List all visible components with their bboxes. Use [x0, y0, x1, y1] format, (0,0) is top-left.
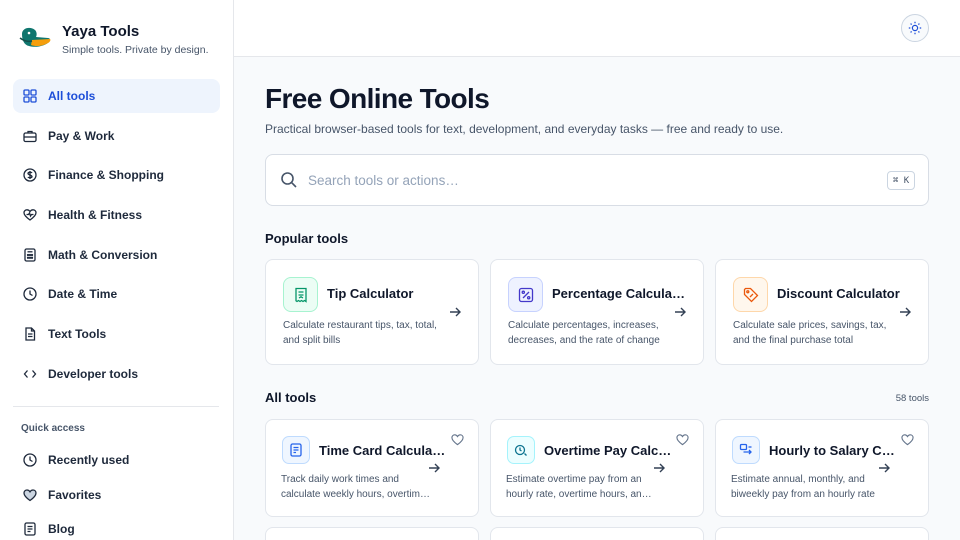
percent-icon [508, 277, 543, 312]
sidebar-item-recently-used[interactable]: Recently used [13, 443, 220, 477]
sidebar-item-label: Recently used [48, 453, 130, 467]
tool-card-time-card-calculator[interactable]: Time Card Calculator Track daily work ti… [265, 419, 479, 517]
heart-icon [23, 488, 37, 502]
quick-access-title: Quick access [21, 423, 85, 434]
tool-card-title: Discount Calculator [777, 286, 900, 301]
sidebar-item-blog[interactable]: Blog [13, 512, 220, 540]
tool-card-title: Overtime Pay Calculator [544, 443, 674, 458]
sidebar-item-label: Favorites [48, 487, 102, 502]
sidebar-item-math-conversion[interactable]: Math & Conversion [13, 238, 220, 272]
grid-icon [23, 89, 37, 103]
brand-name: Yaya Tools [62, 23, 140, 40]
page-title: Free Online Tools [265, 83, 490, 114]
brand[interactable]: Yaya Tools Simple tools. Private by desi… [18, 22, 209, 57]
sidebar-item-label: Blog [48, 522, 75, 537]
favorite-heart-icon[interactable] [901, 433, 914, 446]
clock-dollar-icon [507, 436, 535, 464]
arrow-right-icon [429, 463, 440, 473]
sidebar-item-health-fitness[interactable]: Health & Fitness [13, 198, 220, 232]
tool-card-tip-calculator[interactable]: Tip Calculator Calculate restaurant tips… [265, 259, 479, 365]
sidebar-item-label: Math & Conversion [48, 247, 158, 262]
dollar-circle-icon [23, 168, 37, 183]
sidebar-item-developer-tools[interactable]: Developer tools [13, 357, 220, 391]
sidebar-item-label: Text Tools [48, 327, 107, 342]
calculator-icon [23, 248, 37, 262]
sidebar-item-label: Finance & Shopping [48, 168, 164, 183]
brand-tagline: Simple tools. Private by design. [62, 44, 209, 56]
tool-card-hourly-to-salary-calculator[interactable]: Hourly to Salary Calculator Estimate ann… [715, 419, 929, 517]
sidebar-item-pay-work[interactable]: Pay & Work [13, 119, 220, 153]
quick-access-list: Recently used Favorites Blog [13, 443, 220, 540]
topbar [234, 0, 960, 57]
theme-toggle-button[interactable] [901, 14, 929, 42]
arrow-right-icon [654, 463, 665, 473]
sidebar-item-finance-shopping[interactable]: Finance & Shopping [13, 158, 220, 192]
heart-pulse-icon [23, 208, 37, 222]
arrow-right-icon [450, 307, 461, 317]
sidebar-item-all-tools[interactable]: All tools [13, 79, 220, 113]
tool-card-description: Calculate restaurant tips, tax, total, a… [283, 320, 437, 346]
timecard-icon [282, 436, 310, 464]
search-input[interactable] [308, 169, 868, 191]
popular-tools-heading: Popular tools [265, 231, 349, 246]
history-icon [23, 453, 37, 467]
all-tools-heading: All tools [265, 390, 317, 405]
sidebar-divider [13, 406, 219, 407]
arrow-right-icon [900, 307, 911, 317]
tag-icon [733, 277, 768, 312]
tool-card-title: Percentage Calculator [552, 286, 687, 301]
receipt-icon [283, 277, 318, 312]
tool-card-percentage-calculator[interactable]: Percentage Calculator Calculate percenta… [490, 259, 704, 365]
search-box[interactable]: ⌘ K [265, 154, 929, 206]
tool-card-partial[interactable] [715, 527, 929, 540]
sidebar-item-label: Pay & Work [48, 128, 115, 143]
code-icon [23, 367, 37, 381]
sidebar-item-text-tools[interactable]: Text Tools [13, 317, 220, 351]
sun-icon [908, 21, 922, 35]
tools-count: 58 tools [895, 393, 929, 404]
tool-card-title: Tip Calculator [327, 286, 414, 301]
tool-card-title: Hourly to Salary Calculator [769, 443, 899, 458]
briefcase-icon [23, 129, 37, 143]
sidebar-nav: All tools Pay & Work Finance & Shopping … [13, 79, 220, 397]
duck-logo-icon [19, 27, 51, 47]
sidebar-item-label: Developer tools [48, 366, 139, 381]
favorite-heart-icon[interactable] [451, 433, 464, 446]
tool-card-title: Time Card Calculator [319, 443, 449, 458]
arrow-right-icon [675, 307, 686, 317]
tool-card-overtime-pay-calculator[interactable]: Overtime Pay Calculator Estimate overtim… [490, 419, 704, 517]
blog-icon [23, 522, 37, 536]
document-icon [23, 327, 37, 341]
tool-card-description: Estimate annual, monthly, and biweekly p… [731, 474, 875, 500]
favorite-heart-icon[interactable] [676, 433, 689, 446]
tool-card-description: Estimate overtime pay from an hourly rat… [506, 474, 648, 500]
tool-card-discount-calculator[interactable]: Discount Calculator Calculate sale price… [715, 259, 929, 365]
sidebar-item-date-time[interactable]: Date & Time [13, 277, 220, 311]
tool-card-partial[interactable] [490, 527, 704, 540]
search-icon [281, 172, 297, 188]
arrow-right-icon [879, 463, 890, 473]
tool-card-partial[interactable] [265, 527, 479, 540]
sidebar-item-label: Date & Time [48, 287, 118, 302]
clock-icon [23, 287, 37, 302]
page-subtitle: Practical browser-based tools for text, … [265, 122, 784, 136]
keyboard-shortcut-badge: ⌘ K [887, 171, 915, 190]
sidebar: Yaya Tools Simple tools. Private by desi… [0, 0, 234, 540]
tool-card-description: Calculate percentages, increases, decrea… [508, 320, 660, 346]
tool-card-description: Calculate sale prices, savings, tax, and… [733, 320, 887, 346]
sidebar-item-favorites[interactable]: Favorites [13, 478, 220, 512]
exchange-icon [732, 436, 760, 464]
sidebar-item-label: Health & Fitness [48, 208, 143, 223]
sidebar-item-label: All tools [48, 89, 96, 103]
tool-card-description: Track daily work times and calculate wee… [281, 474, 429, 500]
